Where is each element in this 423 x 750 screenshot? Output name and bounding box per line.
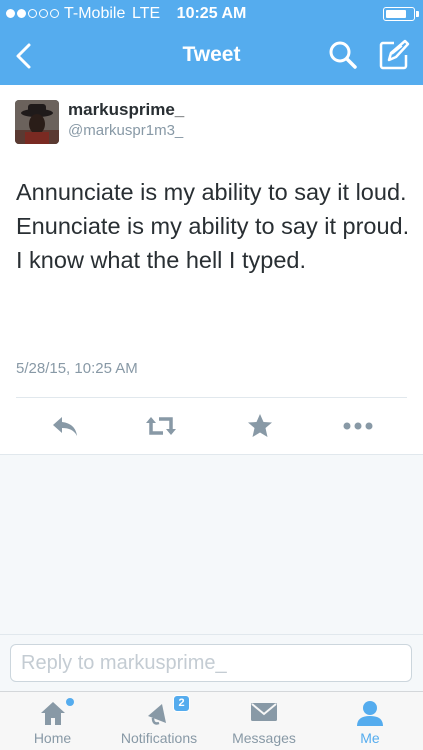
tab-label: Home bbox=[33, 730, 72, 746]
tab-me[interactable]: Me bbox=[335, 692, 405, 750]
battery-icon bbox=[383, 7, 419, 21]
navigation-bar: Tweet bbox=[0, 28, 423, 85]
reply-button[interactable] bbox=[47, 411, 83, 441]
compose-icon bbox=[379, 39, 410, 70]
favorite-icon bbox=[248, 414, 272, 437]
home-icon bbox=[40, 702, 65, 725]
tab-label: Messages bbox=[232, 730, 296, 746]
more-icon bbox=[343, 422, 373, 430]
search-button[interactable] bbox=[328, 40, 358, 70]
reply-icon bbox=[53, 417, 77, 436]
tab-messages[interactable]: Messages bbox=[220, 692, 308, 750]
favorite-button[interactable] bbox=[242, 411, 278, 441]
profile-photo bbox=[15, 100, 59, 144]
messages-icon bbox=[251, 703, 277, 721]
reply-input[interactable] bbox=[10, 644, 412, 682]
notifications-badge: 2 bbox=[173, 695, 190, 712]
new-content-dot bbox=[66, 698, 74, 706]
page-title: Tweet bbox=[182, 43, 241, 66]
avatar[interactable] bbox=[15, 100, 59, 144]
more-options-button[interactable] bbox=[340, 411, 376, 441]
notifications-icon bbox=[148, 704, 166, 725]
display-name[interactable]: markusprime_ bbox=[68, 100, 184, 120]
tweet-text-line: Enunciate is my ability to say it proud. bbox=[16, 213, 410, 239]
me-icon bbox=[357, 701, 383, 726]
search-icon bbox=[329, 41, 357, 69]
tab-label: Notifications bbox=[120, 730, 198, 746]
tweet-text-line: Annunciate is my ability to say it loud. bbox=[16, 179, 407, 205]
tab-bar: Home 2 Notifications Messages Me bbox=[0, 691, 423, 750]
status-time: 10:25 AM bbox=[176, 5, 247, 22]
divider bbox=[16, 397, 407, 398]
tab-home[interactable]: Home bbox=[10, 692, 95, 750]
status-bar: T-Mobile LTE 10:25 AM bbox=[0, 0, 423, 28]
tweet-text-line: I know what the hell I typed. bbox=[16, 247, 306, 273]
tweet-text: Annunciate is my ability to say it loud.… bbox=[16, 175, 411, 277]
compose-button[interactable] bbox=[377, 38, 411, 72]
retweet-icon bbox=[146, 417, 176, 435]
tab-label: Me bbox=[360, 730, 380, 746]
tab-notifications[interactable]: 2 Notifications bbox=[110, 692, 208, 750]
tweet-timestamp: 5/28/15, 10:25 AM bbox=[16, 360, 138, 377]
reply-bar bbox=[0, 634, 423, 691]
app-header: T-Mobile LTE 10:25 AM Tweet bbox=[0, 0, 423, 85]
user-handle[interactable]: @markuspr1m3_ bbox=[68, 122, 183, 139]
retweet-button[interactable] bbox=[143, 411, 179, 441]
tweet-detail: markusprime_ @markuspr1m3_ Annunciate is… bbox=[0, 85, 423, 455]
